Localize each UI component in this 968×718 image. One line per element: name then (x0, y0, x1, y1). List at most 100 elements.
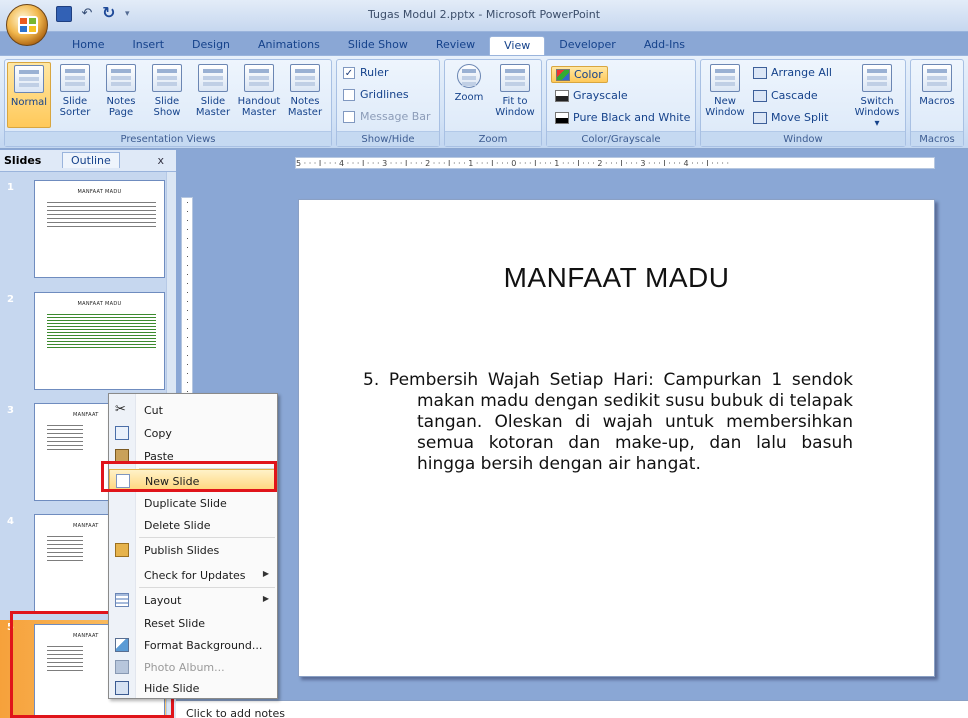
notes-page-button[interactable]: Notes Page (99, 62, 143, 128)
color-swatch-icon (556, 68, 570, 81)
hide-slide-icon (115, 681, 129, 695)
tab-home[interactable]: Home (58, 36, 118, 56)
notes-pane[interactable]: Click to add notes (176, 700, 968, 718)
photo-album-icon (115, 660, 129, 674)
pure-black-white-button[interactable]: Pure Black and White (555, 111, 690, 124)
tab-insert[interactable]: Insert (118, 36, 178, 56)
slide-master-button[interactable]: Slide Master (191, 62, 235, 128)
tab-animations[interactable]: Animations (244, 36, 334, 56)
group-presentation-views: Normal Slide Sorter Notes Page Slide Sho… (4, 59, 332, 147)
submenu-arrow-icon: ▶ (262, 594, 269, 603)
ribbon-tabs: Home Insert Design Animations Slide Show… (58, 36, 699, 56)
color-button[interactable]: Color (551, 66, 608, 83)
move-split-icon (753, 111, 767, 124)
zoom-button[interactable]: Zoom (447, 62, 491, 128)
undo-icon[interactable]: ↶ (79, 6, 95, 22)
normal-view-button[interactable]: Normal (7, 62, 51, 128)
magnifier-icon (457, 64, 481, 88)
close-panel-icon[interactable]: x (157, 154, 164, 167)
tab-outline[interactable]: Outline (62, 152, 120, 168)
new-window-button[interactable]: New Window (703, 62, 747, 128)
menu-item-reset-slide[interactable]: Reset Slide (109, 612, 277, 635)
gridlines-checkbox[interactable]: Gridlines (343, 88, 409, 101)
format-background-icon (115, 638, 129, 652)
window-title: Tugas Modul 2.pptx - Microsoft PowerPoin… (367, 8, 601, 21)
office-button[interactable] (6, 4, 48, 46)
menu-item-check-updates[interactable]: Check for Updates ▶ (109, 564, 277, 587)
tab-slides[interactable]: Slides (4, 154, 41, 167)
group-label-macros: Macros (911, 131, 963, 146)
cascade-icon (753, 89, 767, 102)
thumbnail-text-lines (47, 202, 156, 230)
black-white-swatch-icon (555, 111, 569, 124)
group-label-presentation-views: Presentation Views (5, 131, 331, 146)
notes-master-button[interactable]: Notes Master (283, 62, 327, 128)
slide-thumbnail[interactable]: 2 MANFAAT MADU (0, 292, 176, 398)
customize-toolbar-icon[interactable]: ▾ (125, 6, 141, 22)
horizontal-ruler[interactable]: 5 · · · I · · · 4 · · · I · · · 3 · · · … (295, 157, 935, 169)
scissors-icon: ✂ (115, 402, 126, 417)
slide-title[interactable]: MANFAAT MADU (299, 262, 934, 294)
title-bar: Tugas Modul 2.pptx - Microsoft PowerPoin… (0, 0, 968, 32)
tab-add-ins[interactable]: Add-Ins (630, 36, 699, 56)
new-window-icon (710, 64, 740, 92)
macros-icon (922, 64, 952, 92)
slide-number: 3 (7, 405, 14, 416)
fit-to-window-button[interactable]: Fit to Window (493, 62, 537, 128)
menu-separator (139, 587, 275, 588)
slide-show-icon (152, 64, 182, 92)
menu-item-format-background[interactable]: Format Background... (109, 634, 277, 657)
highlight-box-new-slide (101, 461, 277, 492)
tab-slide-show[interactable]: Slide Show (334, 36, 422, 56)
menu-item-duplicate-slide[interactable]: Duplicate Slide (109, 492, 277, 515)
switch-windows-button[interactable]: Switch Windows ▾ (851, 62, 903, 129)
tab-review[interactable]: Review (422, 36, 489, 56)
message-bar-checkbox[interactable]: Message Bar (343, 110, 431, 123)
handout-master-button[interactable]: Handout Master (237, 62, 281, 128)
group-macros: Macros Macros (910, 59, 964, 147)
redo-icon[interactable]: ↻ (102, 5, 118, 22)
slide-number: 1 (7, 182, 14, 193)
thumbnail-text-lines (47, 536, 83, 564)
handout-master-icon (244, 64, 274, 92)
layout-icon (115, 593, 129, 607)
menu-item-hide-slide[interactable]: Hide Slide (109, 677, 277, 700)
tab-developer[interactable]: Developer (545, 36, 630, 56)
group-label-window: Window (701, 131, 905, 146)
arrange-all-icon (753, 66, 767, 79)
group-label-color-grayscale: Color/Grayscale (547, 131, 695, 146)
grayscale-button[interactable]: Grayscale (555, 89, 628, 102)
thumbnail-preview: MANFAAT MADU (34, 292, 165, 390)
slide-thumbnail[interactable]: 1 MANFAAT MADU (0, 180, 176, 286)
fit-to-window-icon (500, 64, 530, 92)
cascade-button[interactable]: Cascade (753, 89, 818, 102)
menu-item-layout[interactable]: Layout ▶ (109, 589, 277, 612)
thumbnail-text-lines (47, 425, 83, 453)
menu-item-delete-slide[interactable]: Delete Slide (109, 514, 277, 537)
notes-master-icon (290, 64, 320, 92)
slide-body-text[interactable]: 5. Pembersih Wajah Setiap Hari: Campurka… (363, 370, 853, 475)
publish-icon (115, 543, 129, 557)
menu-item-cut[interactable]: ✂ Cut (109, 399, 277, 422)
menu-separator (139, 537, 275, 538)
menu-item-copy[interactable]: Copy (109, 422, 277, 445)
group-window: New Window Arrange All Cascade Move Spli… (700, 59, 906, 147)
switch-windows-icon (862, 64, 892, 92)
macros-button[interactable]: Macros (915, 62, 959, 128)
ruler-checkbox[interactable]: ✓ Ruler (343, 66, 388, 79)
menu-item-photo-album[interactable]: Photo Album... (109, 656, 277, 679)
thumbnail-preview: MANFAAT MADU (34, 180, 165, 278)
grayscale-swatch-icon (555, 89, 569, 102)
save-icon[interactable] (56, 6, 72, 22)
slide-show-button[interactable]: Slide Show (145, 62, 189, 128)
arrange-all-button[interactable]: Arrange All (753, 66, 832, 79)
slide-canvas[interactable]: MANFAAT MADU 5. Pembersih Wajah Setiap H… (298, 199, 935, 677)
slide-sorter-button[interactable]: Slide Sorter (53, 62, 97, 128)
slide-sorter-icon (60, 64, 90, 92)
tab-view[interactable]: View (489, 36, 546, 56)
menu-item-publish-slides[interactable]: Publish Slides (109, 539, 277, 562)
notes-page-icon (106, 64, 136, 92)
panel-tabs: Slides Outline x (0, 150, 176, 172)
tab-design[interactable]: Design (178, 36, 244, 56)
move-split-button[interactable]: Move Split (753, 111, 828, 124)
